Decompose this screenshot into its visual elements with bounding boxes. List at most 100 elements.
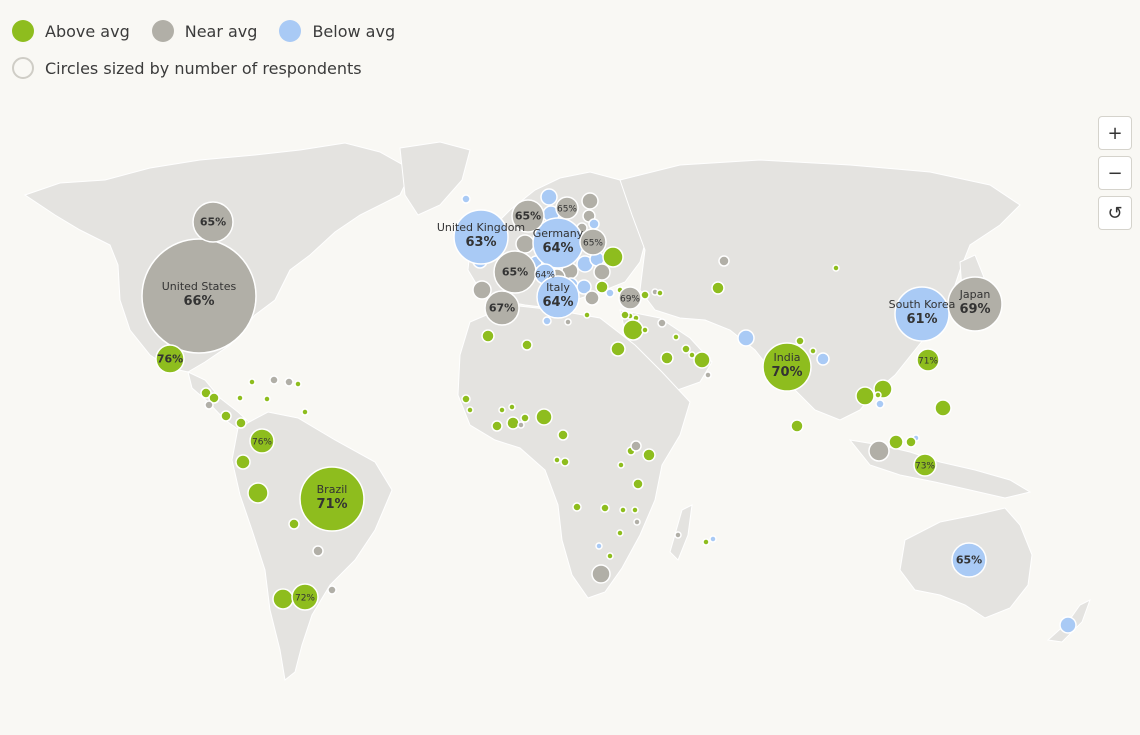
country-bubble[interactable] — [235, 454, 251, 470]
country-bubble[interactable] — [641, 326, 649, 334]
country-bubble[interactable] — [581, 192, 599, 210]
country-bubble[interactable] — [272, 588, 294, 610]
country-bubble[interactable] — [657, 318, 667, 328]
country-bubble[interactable] — [542, 316, 552, 326]
country-bubble[interactable] — [327, 585, 337, 595]
country-bubble[interactable] — [540, 188, 558, 206]
country-bubble[interactable] — [632, 478, 644, 490]
country-bubble[interactable] — [263, 395, 271, 403]
country-bubble[interactable] — [247, 482, 269, 504]
country-bubble[interactable] — [631, 506, 639, 514]
country-bubble[interactable] — [288, 518, 300, 530]
country-bubble[interactable] — [521, 339, 533, 351]
country-bubble[interactable] — [874, 391, 882, 399]
country-bubble[interactable] — [693, 351, 711, 369]
country-bubble[interactable] — [248, 378, 256, 386]
country-bubble[interactable] — [591, 564, 611, 584]
country-bubble[interactable] — [583, 311, 591, 319]
country-bubble[interactable] — [737, 329, 755, 347]
world-map[interactable]: United States66%65%76%76%Brazil71%72%Uni… — [0, 0, 1140, 735]
country-bubble[interactable] — [681, 344, 691, 354]
country-bubble[interactable] — [301, 408, 309, 416]
country-bubble[interactable] — [600, 503, 610, 513]
country-bubble[interactable] — [875, 399, 885, 409]
country-bubble[interactable] — [718, 255, 730, 267]
country-bubble[interactable] — [466, 406, 474, 414]
country-bubble[interactable] — [506, 416, 520, 430]
country-bubble[interactable] — [905, 436, 917, 448]
country-bubble[interactable] — [593, 263, 611, 281]
country-bubble[interactable] — [498, 406, 506, 414]
country-bubble[interactable] — [553, 456, 561, 464]
country-bubble[interactable] — [704, 371, 712, 379]
country-bubble[interactable] — [461, 394, 471, 404]
bubble-value-label: 72% — [295, 594, 315, 604]
bubble-value-label: 61% — [906, 312, 937, 327]
country-bubble[interactable] — [535, 408, 553, 426]
country-bubble[interactable] — [620, 310, 630, 320]
country-bubble[interactable] — [220, 410, 232, 422]
country-bubble[interactable] — [617, 461, 625, 469]
country-bubble[interactable] — [491, 420, 503, 432]
bubble-value-label: 71% — [918, 357, 938, 367]
country-bubble[interactable] — [572, 502, 582, 512]
country-bubble[interactable] — [855, 386, 875, 406]
country-bubble[interactable] — [595, 542, 603, 550]
country-bubble[interactable] — [520, 413, 530, 423]
country-bubble[interactable] — [557, 429, 569, 441]
country-bubble[interactable] — [633, 518, 641, 526]
country-bubble[interactable] — [711, 281, 725, 295]
country-bubble[interactable] — [236, 394, 244, 402]
zoom-in-button[interactable]: + — [1098, 116, 1132, 150]
country-bubble[interactable] — [610, 341, 626, 357]
zoom-out-button[interactable]: − — [1098, 156, 1132, 190]
reset-zoom-button[interactable]: ↺ — [1098, 196, 1132, 230]
country-bubble[interactable] — [204, 400, 214, 410]
country-bubble[interactable] — [517, 421, 525, 429]
country-bubble[interactable] — [605, 288, 615, 298]
country-bubble[interactable] — [294, 380, 302, 388]
bubble-country-label: United States — [162, 280, 237, 293]
country-bubble[interactable] — [630, 440, 642, 452]
country-bubble[interactable] — [660, 351, 674, 365]
country-bubble[interactable] — [269, 375, 279, 385]
country-bubble[interactable] — [1059, 616, 1077, 634]
country-bubble[interactable] — [461, 194, 471, 204]
country-bubble[interactable] — [472, 280, 492, 300]
country-bubble[interactable] — [515, 234, 535, 254]
country-bubble[interactable] — [584, 290, 600, 306]
country-bubble[interactable] — [481, 329, 495, 343]
country-bubble[interactable] — [560, 457, 570, 467]
madagascar-land — [669, 504, 693, 561]
country-bubble[interactable] — [602, 246, 624, 268]
country-bubble[interactable] — [508, 403, 516, 411]
country-bubble[interactable] — [606, 552, 614, 560]
country-bubble[interactable] — [868, 440, 890, 462]
country-bubble[interactable] — [934, 399, 952, 417]
country-bubble[interactable] — [832, 264, 840, 272]
country-bubble[interactable] — [622, 319, 644, 341]
country-bubble[interactable] — [709, 535, 717, 543]
country-bubble[interactable] — [284, 377, 294, 387]
country-bubble[interactable] — [619, 506, 627, 514]
bubble-value-label: 73% — [915, 462, 935, 472]
bubble-country-label: Brazil — [317, 483, 348, 496]
country-bubble[interactable] — [790, 419, 804, 433]
country-bubble[interactable] — [564, 318, 572, 326]
bubble-value-label: 63% — [465, 235, 496, 250]
country-bubble[interactable] — [672, 333, 680, 341]
country-bubble[interactable] — [656, 289, 664, 297]
country-bubble[interactable] — [809, 347, 817, 355]
country-bubble[interactable] — [702, 538, 710, 546]
country-bubble[interactable] — [640, 290, 650, 300]
country-bubble[interactable] — [588, 218, 600, 230]
country-bubble[interactable] — [235, 417, 247, 429]
country-bubble[interactable] — [674, 531, 682, 539]
bubble-value-label: 67% — [489, 302, 515, 315]
country-bubble[interactable] — [616, 529, 624, 537]
country-bubble[interactable] — [795, 336, 805, 346]
country-bubble[interactable] — [642, 448, 656, 462]
country-bubble[interactable] — [312, 545, 324, 557]
country-bubble[interactable] — [888, 434, 904, 450]
country-bubble[interactable] — [816, 352, 830, 366]
